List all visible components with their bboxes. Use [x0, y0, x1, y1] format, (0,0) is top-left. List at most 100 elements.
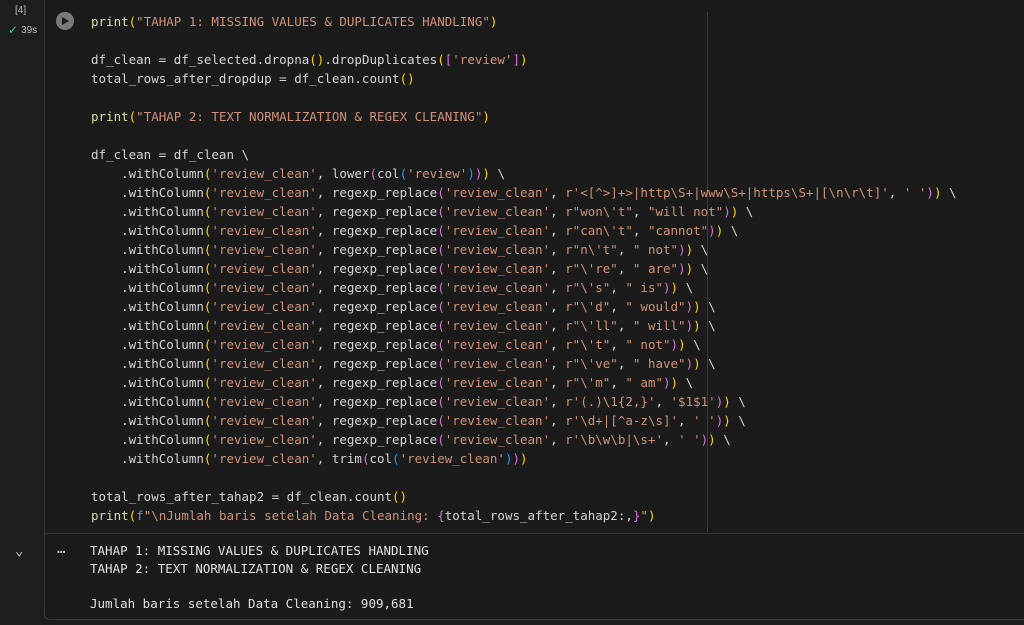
code-token: r"can\'t" [565, 223, 633, 238]
code-token: print [91, 14, 129, 29]
code-token: ) [926, 185, 934, 200]
code-editor[interactable]: print ("TAHAP 1: MISSING VALUES & DUPLICA… [91, 12, 1021, 525]
play-icon [62, 17, 69, 25]
code-token: 'review_clean' [211, 375, 317, 390]
output-line: TAHAP 1: MISSING VALUES & DUPLICATES HAN… [90, 543, 429, 558]
code-token: , [550, 432, 566, 447]
code-token: , [550, 337, 566, 352]
code-token: f [136, 508, 144, 523]
code-token: ) [685, 356, 694, 371]
code-token: \ [715, 432, 731, 447]
code-token: ) [723, 413, 731, 428]
code-token: 'review_clean' [444, 375, 551, 390]
code-token: 'review_clean' [211, 185, 317, 200]
code-token: ( [437, 280, 445, 295]
code-token: ( [437, 318, 445, 333]
code-line: .withColumn('review_clean', trim(col('re… [91, 449, 1021, 468]
code-token: ) [512, 451, 520, 466]
code-token: " will" [632, 318, 686, 333]
code-token: " is" [625, 280, 664, 295]
code-token: " would" [625, 299, 686, 314]
output-divider [45, 533, 1024, 534]
code-token: , lower [316, 166, 370, 181]
code-token: ) [467, 166, 475, 181]
code-token: col [369, 451, 393, 466]
code-token: .withColumn [91, 318, 204, 333]
code-token: .withColumn [91, 204, 204, 219]
code-token: 'review_clean' [211, 356, 317, 371]
code-token: total_rows_after_tahap2 = df_clean.count [91, 489, 393, 504]
code-token: , [550, 185, 566, 200]
code-token: , [610, 375, 626, 390]
code-token: ) [482, 166, 490, 181]
code-token: 'review_clean' [444, 204, 551, 219]
code-token: 'review_clean' [444, 261, 551, 276]
code-token: , regexp_replace [316, 299, 438, 314]
code-token: 'review' [407, 166, 468, 181]
code-token: , regexp_replace [316, 356, 438, 371]
code-token: 'review' [452, 52, 513, 67]
code-token: "cannot" [647, 223, 709, 238]
code-line: print("TAHAP 1: MISSING VALUES & DUPLICA… [91, 12, 1021, 31]
chevron-down-icon[interactable]: ⌄ [15, 543, 23, 559]
code-token: , regexp_replace [316, 204, 438, 219]
code-token: ( [437, 375, 445, 390]
execution-time: 39s [21, 24, 38, 36]
output-menu-icon[interactable]: … [57, 541, 66, 557]
code-token: , [550, 356, 566, 371]
code-token: 'review_clean' [211, 280, 317, 295]
code-line: .withColumn('review_clean', regexp_repla… [91, 392, 1021, 411]
code-token: r'<[^>]+>|http\S+|www\S+|https\S+|[\n\r\… [565, 185, 889, 200]
cell-output: TAHAP 1: MISSING VALUES & DUPLICATES HAN… [90, 542, 429, 612]
code-token: , regexp_replace [316, 375, 438, 390]
code-token: ) [685, 299, 694, 314]
code-token: .withColumn [91, 185, 204, 200]
code-token: "\nJumlah baris setelah Data Cleaning: [143, 508, 438, 523]
code-token: ) [520, 451, 528, 466]
code-token: , [888, 185, 904, 200]
cell-gutter: [4] ✓ 39s ⌄ [0, 0, 44, 625]
output-line: Jumlah baris setelah Data Cleaning: 909,… [90, 595, 414, 611]
code-token: , [610, 280, 626, 295]
code-token: .withColumn [91, 356, 204, 371]
code-token: ) [693, 356, 701, 371]
code-token: ( [369, 166, 377, 181]
code-token: , [550, 299, 566, 314]
code-token: ) [663, 280, 671, 295]
code-token: r"won\'t" [565, 204, 633, 219]
code-token: .withColumn [91, 280, 204, 295]
code-token: 'review_clean' [444, 242, 551, 257]
code-token: col [377, 166, 400, 181]
code-token: \ [693, 242, 709, 257]
code-token: \ [700, 356, 716, 371]
code-token: r"\'m" [565, 375, 611, 390]
code-line: .withColumn('review_clean', regexp_repla… [91, 202, 1021, 221]
code-token: ( [437, 242, 445, 257]
code-token: ( [399, 166, 408, 181]
code-token: ) [693, 299, 701, 314]
code-token: , [610, 337, 626, 352]
code-token: , regexp_replace [316, 337, 438, 352]
code-token: ) [663, 375, 671, 390]
code-token: r'\d+|[^a-z\s]' [565, 413, 679, 428]
code-token: ) [647, 508, 656, 523]
code-token: 'review_clean' [211, 204, 317, 219]
code-token: 'review_clean' [211, 261, 317, 276]
code-token: .withColumn [91, 375, 204, 390]
code-token: 'review_clean' [211, 337, 317, 352]
code-line: .withColumn('review_clean', regexp_repla… [91, 221, 1021, 240]
code-token: '$1$1' [670, 394, 716, 409]
code-token: r'(.)\1{2,}' [565, 394, 656, 409]
code-token: () [399, 71, 415, 86]
code-token: ) [685, 318, 694, 333]
code-token: , regexp_replace [316, 394, 438, 409]
code-line: df_clean = df_clean \ [91, 145, 1021, 164]
code-token: , [663, 432, 679, 447]
code-token: () [392, 489, 408, 504]
code-token: ) [678, 242, 686, 257]
run-cell-button[interactable] [56, 12, 74, 30]
code-token: r'\b\w\b|\s+' [565, 432, 663, 447]
